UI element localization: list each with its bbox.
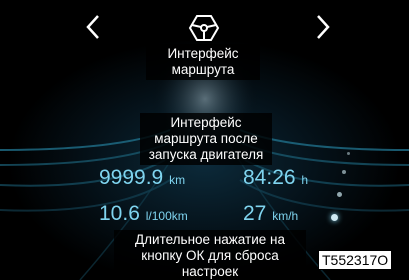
speed-readout: 27 km/h [243, 202, 298, 226]
trip-screen: Интерфейс маршрута Интерфейс маршрута по… [0, 0, 409, 280]
figure-code: T552317O [318, 250, 393, 270]
time-readout: 84:26 h [243, 166, 308, 190]
distance-unit: km [169, 173, 186, 187]
page-indicator-dot-active [331, 214, 338, 221]
page-indicator-dot [342, 170, 346, 174]
distance-readout: 9999.9 km [99, 166, 185, 190]
previous-screen-button[interactable] [80, 12, 106, 42]
time-value: 84:26 [243, 166, 296, 189]
page-indicator-dot [337, 192, 342, 197]
consumption-value: 10.6 [99, 202, 140, 225]
chevron-right-icon [317, 15, 330, 39]
time-unit: h [301, 173, 309, 187]
distance-value: 9999.9 [99, 166, 164, 189]
reset-instruction-label: Длительное нажатие на кнопку ОК для сбро… [114, 230, 306, 280]
route-interface-label: Интерфейс маршрута [146, 44, 260, 80]
consumption-readout: 10.6 l/100km [99, 202, 188, 226]
steering-wheel-icon[interactable] [188, 12, 220, 44]
page-indicator-dot [347, 152, 350, 155]
speed-unit: km/h [272, 209, 299, 223]
consumption-unit: l/100km [145, 209, 188, 223]
after-start-label: Интерфейс маршрута после запуска двигате… [140, 113, 272, 165]
speed-value: 27 [243, 202, 267, 225]
next-screen-button[interactable] [310, 12, 336, 42]
chevron-left-icon [86, 15, 99, 39]
